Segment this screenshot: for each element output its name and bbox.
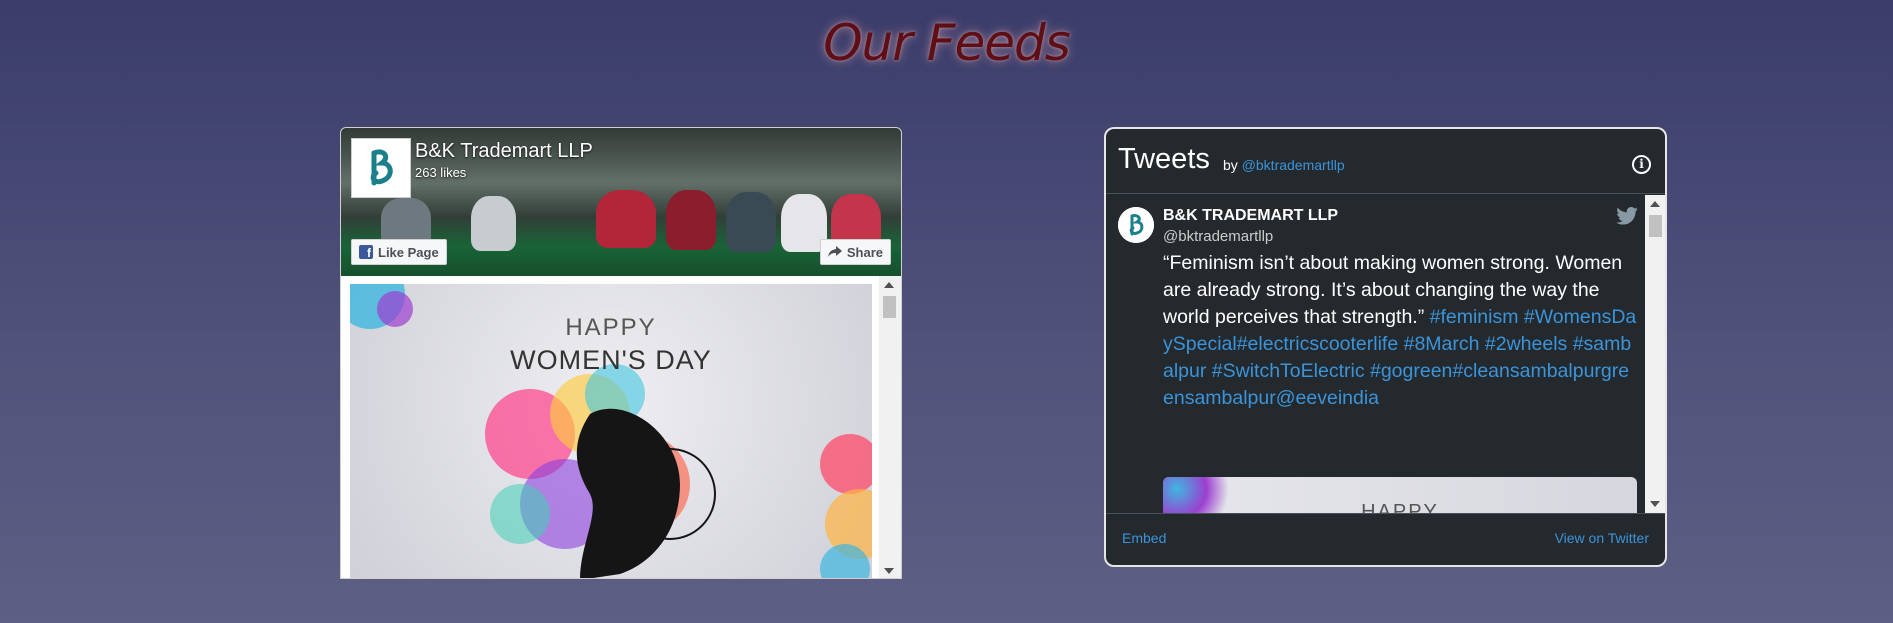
twitter-bird-icon[interactable] xyxy=(1616,207,1638,225)
tweet-media-text: HAPPY xyxy=(1361,501,1439,513)
scroll-up-arrow-icon[interactable] xyxy=(884,282,894,288)
scroll-down-arrow-icon[interactable] xyxy=(884,568,894,574)
share-label: Share xyxy=(846,244,883,260)
twitter-by-line: by @bktrademartllp xyxy=(1223,157,1345,173)
page-title: Our Feeds xyxy=(823,14,1071,72)
scroll-thumb[interactable] xyxy=(1649,215,1662,237)
page-logo[interactable] xyxy=(351,138,411,198)
twitter-footer: Embed View on Twitter xyxy=(1106,513,1665,565)
twitter-scrollbar[interactable] xyxy=(1645,195,1665,513)
tweet-author-name[interactable]: B&K TRADEMART LLP xyxy=(1163,207,1338,225)
bk-logo-icon xyxy=(1118,207,1154,243)
twitter-header: Tweets by @bktrademartllp i xyxy=(1106,129,1665,194)
twitter-handle-link[interactable]: @bktrademartllp xyxy=(1242,157,1345,173)
info-icon[interactable]: i xyxy=(1632,155,1651,174)
scroll-thumb[interactable] xyxy=(883,296,896,318)
scroll-down-arrow-icon[interactable] xyxy=(1650,501,1660,507)
facebook-icon: f xyxy=(359,245,373,259)
embed-link[interactable]: Embed xyxy=(1122,530,1166,546)
by-label: by xyxy=(1223,157,1238,173)
facebook-page-widget: B&K Trademart LLP 263 likes f Like Page … xyxy=(340,127,902,579)
like-page-button[interactable]: f Like Page xyxy=(351,239,447,265)
like-page-label: Like Page xyxy=(378,244,439,260)
facebook-page-name[interactable]: B&K Trademart LLP xyxy=(415,140,593,163)
twitter-title: Tweets xyxy=(1118,143,1210,175)
tweet-list: B&K TRADEMART LLP @bktrademartllp “Femin… xyxy=(1106,195,1647,513)
share-arrow-icon xyxy=(827,246,842,257)
facebook-likes-count: 263 likes xyxy=(415,165,467,180)
post-happy-text: HAPPY xyxy=(565,314,657,341)
share-button[interactable]: Share xyxy=(819,239,891,265)
view-on-twitter-link[interactable]: View on Twitter xyxy=(1555,530,1649,546)
scroll-up-arrow-icon[interactable] xyxy=(1650,201,1660,207)
post-womens-day-text: WOMEN'S DAY xyxy=(510,345,712,375)
bk-logo-icon xyxy=(370,149,393,186)
tweet-author-handle[interactable]: @bktrademartllp xyxy=(1163,228,1273,245)
tweet-text: “Feminism isn’t about making women stron… xyxy=(1163,250,1637,412)
facebook-post-image[interactable]: HAPPY WOMEN'S DAY xyxy=(350,284,872,578)
facebook-scrollbar[interactable] xyxy=(879,276,901,578)
avatar[interactable] xyxy=(1118,207,1154,243)
twitter-timeline-widget: Tweets by @bktrademartllp i B&K TRADEMAR… xyxy=(1104,127,1667,567)
tweet-media[interactable]: HAPPY xyxy=(1163,477,1637,513)
